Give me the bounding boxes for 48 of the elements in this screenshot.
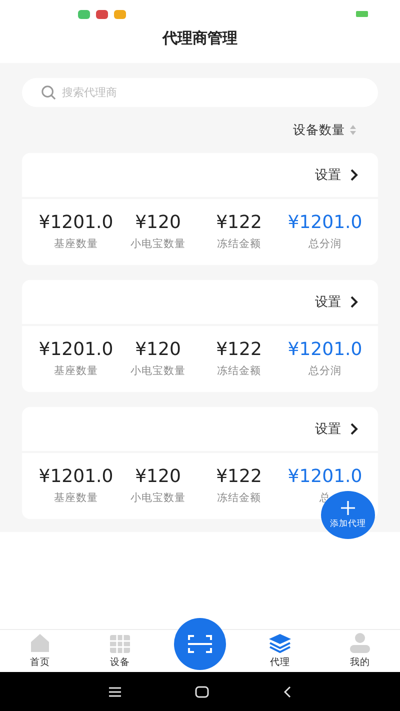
stat-value: ¥122 (216, 212, 262, 234)
chevron-icon (350, 423, 358, 435)
settings-link[interactable]: 设置 (315, 293, 358, 311)
stat-value: ¥120 (135, 466, 181, 488)
stat-value: ¥122 (216, 339, 262, 361)
scan-icon (188, 634, 212, 654)
stat-label: 冻结金额 (217, 364, 261, 379)
stat-value: ¥120 (135, 339, 181, 361)
settings-link[interactable]: 设置 (315, 166, 358, 184)
menu-icon[interactable] (109, 686, 121, 696)
stat-label: 小电宝数量 (130, 237, 186, 252)
stat-value: ¥1201.0 (38, 339, 114, 361)
stat-label: 冻结金额 (217, 491, 261, 506)
stat-label: 冻结金额 (217, 237, 261, 252)
battery-icon (356, 11, 368, 17)
stat-value: ¥122 (216, 466, 262, 488)
stat-label: 基座数量 (54, 364, 98, 379)
stat-value: ¥1201.0 (288, 212, 362, 234)
grid-icon (110, 635, 130, 653)
home-icon[interactable] (195, 686, 209, 698)
house-icon (29, 633, 51, 653)
stat-label: 总分润 (308, 237, 342, 252)
nav-tab[interactable]: 设备 (80, 630, 160, 672)
stat-value: ¥120 (135, 212, 181, 234)
sort-button[interactable]: 设备数量 (293, 120, 356, 140)
plus-icon (341, 500, 355, 514)
chevron-icon (350, 296, 358, 308)
back-icon[interactable] (283, 686, 291, 698)
stat-label: 基座数量 (54, 237, 98, 252)
stat-label: 小电宝数量 (130, 364, 186, 379)
person-icon (349, 633, 371, 653)
search-field[interactable]: 搜索代理商 (22, 78, 378, 107)
nav-tab[interactable]: 首页 (0, 630, 80, 672)
stat-label: 小电宝数量 (130, 491, 186, 506)
stat-value: ¥1201.0 (288, 339, 362, 361)
stat-value: ¥1201.0 (38, 466, 114, 488)
stat-label: 基座数量 (54, 491, 98, 506)
page-title: 代理商管理 (162, 28, 238, 48)
settings-link[interactable]: 设置 (315, 420, 358, 438)
sort-icon (350, 125, 356, 135)
nav-tab[interactable]: 我的 (320, 630, 400, 672)
stat-label: 总分润 (308, 364, 342, 379)
scan-button[interactable] (174, 618, 226, 670)
stat-value: ¥1201.0 (288, 466, 362, 488)
layers-icon (268, 633, 292, 653)
nav-tab[interactable]: 代理 (240, 630, 320, 672)
stat-value: ¥1201.0 (38, 212, 114, 234)
chevron-icon (350, 169, 358, 181)
